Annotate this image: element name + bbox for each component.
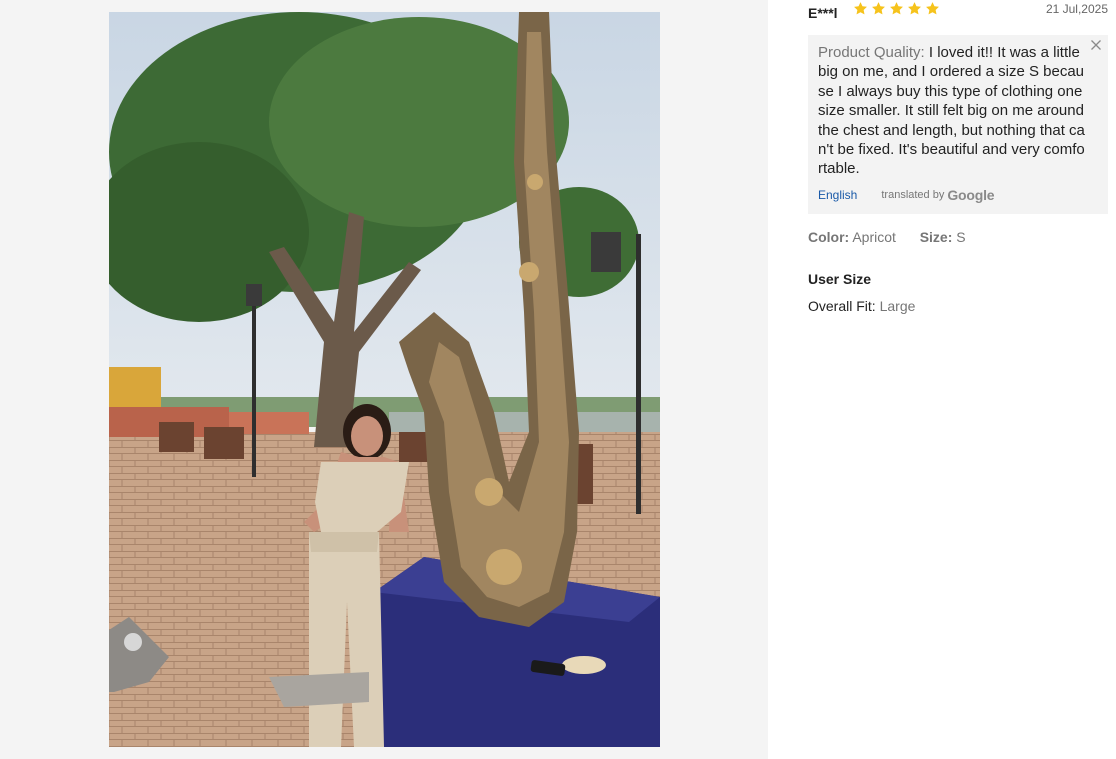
star-icon (872, 2, 885, 15)
customer-review-photo[interactable] (109, 12, 660, 747)
star-icon (890, 2, 903, 15)
overall-fit: Overall Fit: Large (808, 298, 915, 314)
color-value: Apricot (852, 229, 896, 245)
translated-by-google: translated by Google (881, 187, 994, 203)
google-logo: Google (947, 187, 995, 203)
product-quality-label: Product Quality: (818, 44, 925, 61)
translated-review-box: Product Quality: I loved it!! It was a l… (808, 35, 1108, 214)
review-body: I loved it!! It was a little big on me, … (818, 44, 1085, 178)
star-icon (908, 2, 921, 15)
photo-viewer (0, 0, 768, 759)
color-label: Color: (808, 229, 850, 245)
purchase-attributes: Color: Apricot Size: S (808, 229, 966, 245)
user-size-title: User Size (808, 271, 872, 287)
overall-fit-value: Large (879, 298, 916, 314)
review-detail-page: E***l 21 Jul,2025 Product Quality: I lov… (0, 0, 1116, 759)
star-icon (854, 2, 867, 15)
review-text: Product Quality: I loved it!! It was a l… (818, 43, 1086, 179)
reviewer-name: E***l (808, 5, 838, 21)
review-date: 21 Jul,2025 (1045, 2, 1108, 16)
translation-footer: English translated by Google (818, 187, 995, 203)
review-header: E***l 21 Jul,2025 (808, 0, 1108, 24)
close-icon[interactable] (1090, 39, 1102, 51)
translated-by-label: translated by (881, 189, 945, 201)
review-panel: E***l 21 Jul,2025 Product Quality: I lov… (808, 0, 1108, 759)
overall-fit-label: Overall Fit: (808, 298, 876, 314)
size-value: S (956, 229, 966, 245)
original-language-link[interactable]: English (818, 188, 857, 202)
star-icon (926, 2, 939, 15)
size-label: Size: (919, 229, 953, 245)
star-rating (853, 1, 940, 16)
